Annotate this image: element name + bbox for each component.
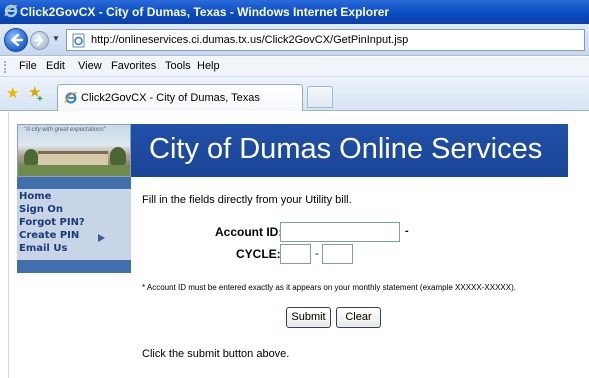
window-title: Click2GovCX - City of Dumas, Texas - Win… <box>20 5 390 19</box>
account-id-input[interactable] <box>280 222 400 242</box>
navigation-bar: ▼ http://onlineservices.ci.dumas.tx.us/C… <box>0 24 589 56</box>
lawn-shape <box>18 165 130 176</box>
page-left-border <box>8 112 9 378</box>
menu-edit[interactable]: Edit <box>46 60 65 72</box>
back-button[interactable] <box>4 28 28 52</box>
toolbar-grip <box>4 61 6 73</box>
menu-favorites[interactable]: Favorites <box>111 60 156 72</box>
menu-file[interactable]: File <box>19 60 37 72</box>
back-arrow-icon <box>10 33 24 47</box>
cycle-label: CYCLE: <box>236 247 281 261</box>
menu-bar: File Edit View Favorites Tools Help <box>0 57 589 77</box>
current-page-arrow-icon <box>98 234 105 242</box>
address-bar[interactable]: http://onlineservices.ci.dumas.tx.us/Cli… <box>66 29 585 51</box>
new-tab-button[interactable] <box>307 86 333 108</box>
cycle-dash: - <box>315 248 319 260</box>
tree-shape <box>110 147 126 165</box>
tree-shape <box>24 149 38 165</box>
sidebar-item-sign-on[interactable]: Sign On <box>19 204 63 215</box>
sidebar-item-forgot-pin[interactable]: Forgot PIN? <box>19 217 85 228</box>
web-page: "A city with great expectations" City of… <box>0 112 589 378</box>
sidebar-bottom-bar <box>17 260 131 273</box>
account-id-label: Account ID: <box>215 225 283 239</box>
forward-button[interactable] <box>30 31 49 50</box>
account-id-note: * Account ID must be entered exactly as … <box>142 283 516 292</box>
tab-bar: ★ ★ + Click2GovCX - City of Dumas, Texas <box>0 77 589 111</box>
intro-text: Fill in the fields directly from your Ut… <box>142 194 352 206</box>
site-banner: City of Dumas Online Services <box>131 124 568 177</box>
cycle-input-2[interactable] <box>322 244 353 264</box>
sidebar-top-bar <box>17 177 131 189</box>
city-hall-photo: "A city with great expectations" <box>17 124 131 177</box>
page-icon <box>72 33 85 48</box>
tab-label: Click2GovCX - City of Dumas, Texas <box>81 92 260 104</box>
site-title: City of Dumas Online Services <box>149 133 543 165</box>
forward-arrow-icon <box>34 35 43 46</box>
sidebar-item-create-pin[interactable]: Create PIN <box>19 230 79 241</box>
favorites-star-icon[interactable]: ★ <box>6 86 19 101</box>
ie-page-icon <box>64 92 78 104</box>
window-title-bar: Click2GovCX - City of Dumas, Texas - Win… <box>0 0 589 24</box>
address-url[interactable]: http://onlineservices.ci.dumas.tx.us/Cli… <box>91 34 408 46</box>
menu-tools[interactable]: Tools <box>165 60 191 72</box>
submit-button[interactable]: Submit <box>286 307 331 328</box>
submit-hint-text: Click the submit button above. <box>142 348 290 360</box>
sidebar-item-home[interactable]: Home <box>19 191 51 202</box>
cycle-input-1[interactable] <box>280 244 311 264</box>
menu-view[interactable]: View <box>78 60 102 72</box>
recent-pages-dropdown[interactable]: ▼ <box>52 34 62 46</box>
building-shape <box>38 151 108 165</box>
ie-logo-icon <box>4 4 18 18</box>
tab-active[interactable]: Click2GovCX - City of Dumas, Texas <box>57 84 303 111</box>
city-motto: "A city with great expectations" <box>24 127 106 133</box>
clear-button[interactable]: Clear <box>336 307 381 328</box>
account-dash: - <box>405 225 409 237</box>
add-favorite-icon[interactable]: ★ + <box>28 85 43 105</box>
menu-help[interactable]: Help <box>197 60 220 72</box>
sidebar-item-email-us[interactable]: Email Us <box>19 243 67 254</box>
